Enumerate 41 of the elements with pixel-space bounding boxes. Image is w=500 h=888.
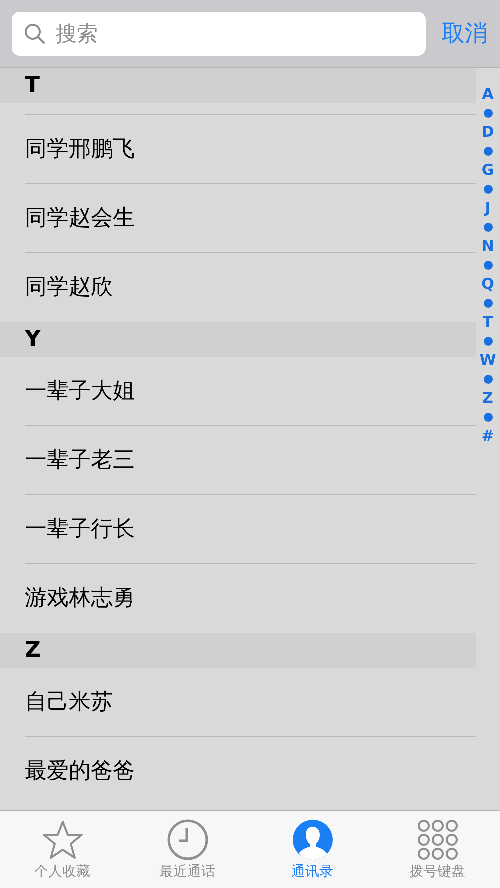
section-letter: T (25, 73, 40, 98)
dot-icon (484, 413, 492, 422)
dot-icon (484, 185, 492, 194)
person-icon (292, 818, 334, 860)
dot-icon (484, 299, 492, 308)
contact-name[interactable]: 最爱的爸爸 (25, 756, 135, 786)
dot-icon (484, 337, 492, 346)
clock-icon (166, 818, 208, 860)
contact-name[interactable]: 游戏林志勇 (25, 583, 135, 613)
tab[interactable]: 通讯录 (250, 811, 375, 888)
tab[interactable]: 拨号键盘 (375, 811, 500, 888)
index-letter[interactable]: N (482, 237, 494, 256)
index-letter[interactable]: J (485, 199, 491, 218)
index-letter[interactable]: A (482, 85, 494, 104)
tab[interactable]: 最近通话 (125, 811, 250, 888)
contact-name[interactable]: 一辈子大姐 (25, 376, 135, 406)
star-icon (42, 818, 84, 860)
index-letter[interactable]: # (482, 427, 494, 446)
search-field[interactable]: 搜索 (12, 12, 426, 56)
keypad-icon (416, 818, 458, 860)
contact-name[interactable]: 同学赵欣 (25, 272, 113, 302)
index-letter[interactable]: G (482, 161, 494, 180)
index-letter[interactable]: T (482, 313, 494, 332)
dot-icon (484, 261, 492, 270)
tab[interactable]: 个人收藏 (0, 811, 125, 888)
index-letter[interactable]: Z (482, 389, 494, 408)
index-letter[interactable]: D (482, 123, 494, 142)
cancel-button[interactable]: 取消 (442, 18, 488, 49)
index-letter[interactable]: Q (482, 275, 494, 294)
dot-icon (484, 223, 492, 232)
dot-icon (484, 375, 492, 384)
index-letter[interactable]: W (480, 351, 496, 370)
section-letter: Z (25, 638, 41, 663)
section-letter: Y (25, 327, 41, 352)
contact-name[interactable]: 一辈子老三 (25, 445, 135, 475)
dot-icon (484, 147, 492, 156)
contact-name[interactable]: 一辈子行长 (25, 514, 135, 544)
dot-icon (484, 109, 492, 118)
contact-name[interactable]: 自己米苏 (25, 687, 113, 717)
contact-name[interactable]: 同学赵会生 (25, 203, 135, 233)
contact-name[interactable]: 同学邢鹏飞 (25, 134, 135, 164)
